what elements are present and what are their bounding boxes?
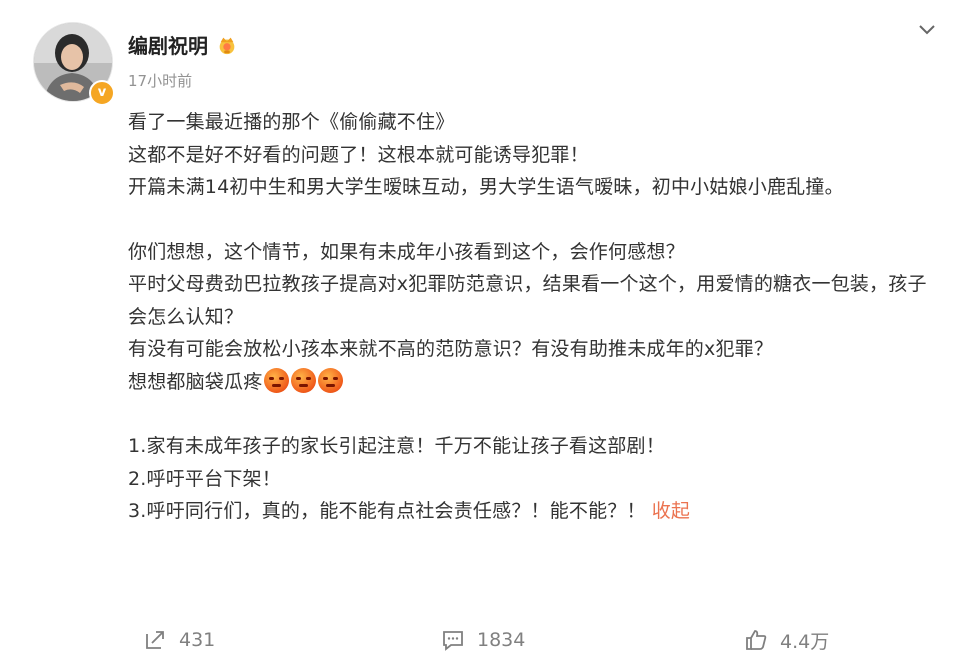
angry-face-emoji-icon — [318, 367, 344, 393]
post-line-with-emoji: 想想都脑袋瓜疼 — [128, 366, 928, 399]
action-bar: 431 1834 4.4万 — [0, 620, 965, 660]
post-line-with-link: 3.呼吁同行们，真的，能不能有点社会责任感？！能不能？！ 收起 — [128, 495, 928, 528]
chevron-down-icon[interactable] — [917, 20, 937, 40]
comment-count: 1834 — [477, 629, 526, 651]
comment-button[interactable]: 1834 — [441, 620, 525, 660]
post-line: 2.呼吁平台下架！ — [128, 467, 281, 490]
repost-icon — [146, 631, 164, 649]
post-line: 你们想想，这个情节，如果有未成年小孩看到这个，会作何感想？ — [128, 240, 685, 263]
post-body: 看了一集最近播的那个《偷偷藏不住》 这都不是好不好看的问题了！这根本就可能诱导犯… — [128, 106, 928, 528]
post-line: 这都不是好不好看的问题了！这根本就可能诱导犯罪！ — [128, 143, 589, 166]
repost-button[interactable]: 431 — [143, 620, 215, 660]
author-row: 编剧祝明 — [128, 30, 238, 59]
like-button[interactable]: 4.4万 — [744, 620, 829, 660]
post-line: 1.家有未成年孩子的家长引起注意！千万不能让孩子看这部剧！ — [128, 435, 665, 457]
repost-count: 431 — [179, 629, 216, 651]
like-count: 4.4万 — [780, 630, 830, 653]
angry-face-emoji-icon — [291, 367, 317, 393]
avatar[interactable]: v — [33, 22, 115, 106]
author-name[interactable]: 编剧祝明 — [128, 30, 208, 59]
post-line: 有没有可能会放松小孩本来就不高的范防意识？有没有助推未成年的x犯罪？ — [128, 338, 774, 360]
comment-icon — [443, 631, 463, 651]
collapse-link[interactable]: 收起 — [652, 500, 690, 522]
post-line: 看了一集最近播的那个《偷偷藏不住》 — [128, 111, 455, 133]
post-line: 开篇未满14初中生和男大学生暧昧互动，男大学生语气暧昧，初中小姑娘小鹿乱撞。 — [128, 176, 844, 198]
post-line: 平时父母费劲巴拉教孩子提高对x犯罪防范意识，结果看一个这个，用爱情的糖衣一包装，… — [128, 273, 927, 328]
verified-badge-icon: v — [89, 80, 115, 106]
post-timestamp[interactable]: 17小时前 — [128, 70, 192, 91]
angry-face-emoji-icon — [264, 367, 290, 393]
post-text: 想想都脑袋瓜疼 — [128, 370, 263, 393]
thumbs-up-icon — [746, 630, 767, 650]
crown-badge-icon[interactable] — [216, 34, 238, 56]
post-text: 3.呼吁同行们，真的，能不能有点社会责任感？！能不能？！ — [128, 500, 646, 522]
